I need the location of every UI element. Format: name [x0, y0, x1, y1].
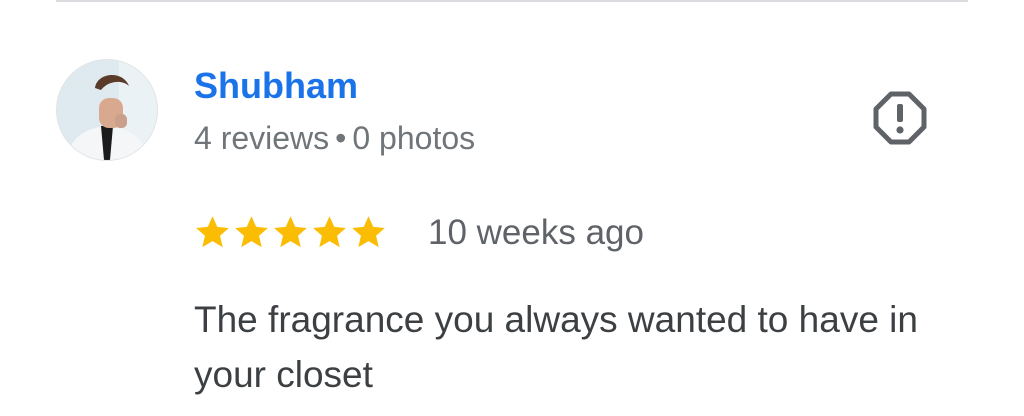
reviewer-meta: 4 reviews • 0 photos [194, 119, 475, 157]
reviewer-name[interactable]: Shubham [194, 66, 358, 106]
review-card: Shubham 4 reviews • 0 photos 10 weeks ago … [0, 0, 1024, 416]
review-time: 10 weeks ago [428, 213, 644, 252]
star-icon [274, 216, 307, 248]
avatar[interactable] [56, 59, 158, 161]
rating-stars [194, 212, 387, 254]
review-text: The fragrance you always wanted to have … [194, 299, 918, 395]
report-octagon-icon [873, 91, 927, 145]
meta-separator: • [335, 120, 347, 156]
star-icon [235, 216, 268, 248]
photos-count: 0 photos [352, 120, 476, 156]
star-icon [352, 216, 385, 248]
star-icon [313, 216, 346, 248]
avatar-photo [57, 60, 157, 160]
reviews-count: 4 reviews [194, 120, 330, 156]
star-icon [196, 216, 229, 248]
report-button[interactable] [872, 90, 928, 146]
